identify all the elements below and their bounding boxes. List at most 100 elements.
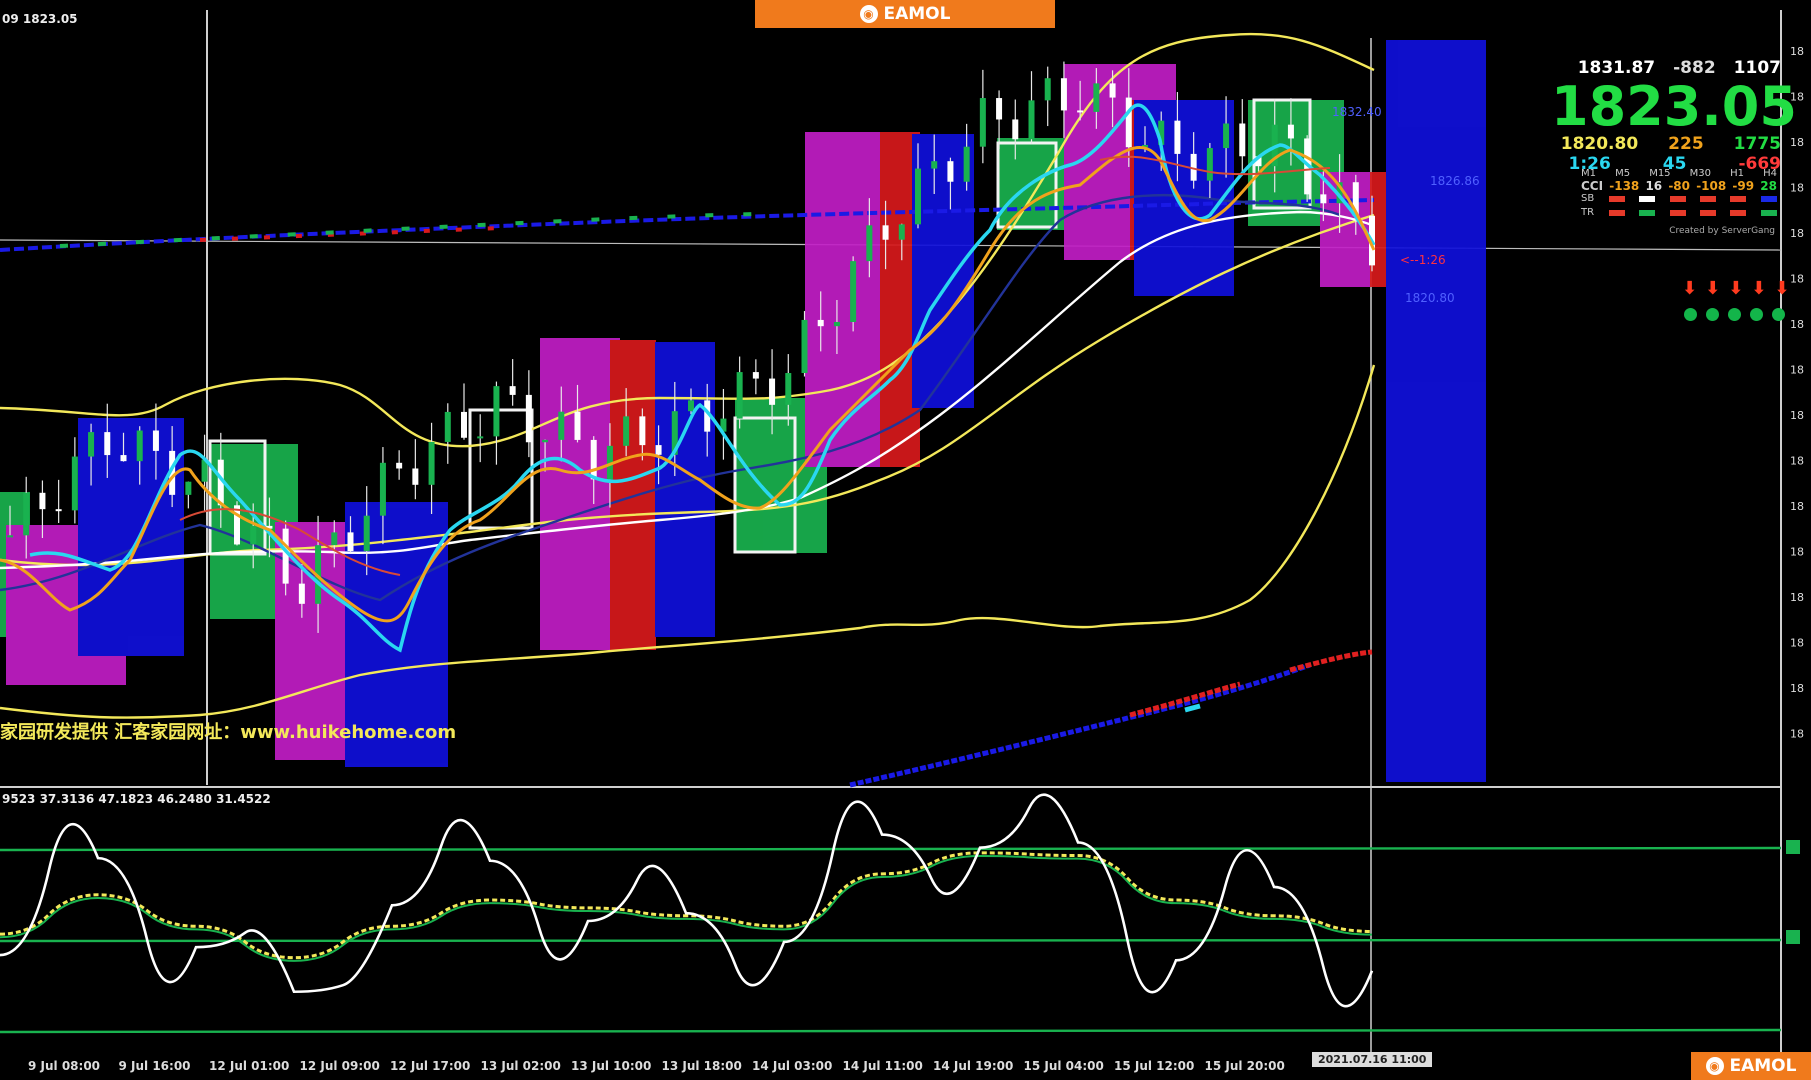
- cci-value: 16: [1645, 179, 1663, 193]
- chart-price-tag: <--1:26: [1400, 253, 1446, 267]
- green-dot-icon: [1684, 308, 1697, 321]
- time-tick-label: 9 Jul 16:00: [118, 1059, 191, 1073]
- candle-body: [347, 532, 354, 552]
- candle-body: [752, 372, 759, 379]
- axis-marker: [1786, 930, 1800, 944]
- candle-body: [152, 430, 159, 451]
- price-tick-label: 18: [1790, 227, 1804, 240]
- cci-value: -80: [1668, 179, 1691, 193]
- tr-label: TR: [1581, 207, 1595, 218]
- down-arrow-icon: ⬇: [1728, 278, 1744, 299]
- candle-body: [1028, 100, 1035, 140]
- candle-body: [688, 400, 694, 412]
- candle-body: [639, 416, 646, 446]
- chart-price-tag: 1832.40: [1332, 105, 1382, 119]
- brand-name: EAMOL: [883, 4, 951, 24]
- candle-body: [1287, 124, 1294, 139]
- candle-body: [23, 492, 30, 536]
- candle-body: [542, 439, 549, 443]
- tf-label: M5: [1615, 168, 1631, 179]
- candle-body: [1012, 119, 1019, 140]
- eamol-logo-icon: ◉: [859, 5, 878, 23]
- price-tick-label: 18: [1790, 455, 1804, 468]
- chart-price-tag: 1826.86: [1430, 174, 1480, 188]
- timeframe-header: M1 M5 M15 M30 H1 H4: [1581, 168, 1777, 179]
- price-panel: 1831.87 -882 1107 1823.05 1820.80 225 17…: [1551, 58, 1797, 174]
- candle-body: [120, 455, 127, 462]
- price-tick-label: 18: [1790, 45, 1804, 58]
- time-tick-label: 14 Jul 11:00: [842, 1059, 923, 1073]
- tf-label: H4: [1763, 168, 1777, 179]
- candle-body: [39, 492, 46, 510]
- daily-range: 1775: [1733, 134, 1781, 154]
- sb-cell: [1669, 195, 1686, 202]
- tf-label: H1: [1730, 168, 1744, 179]
- cci-value: -138: [1609, 179, 1640, 193]
- oscillator-header: 9523 37.3136 47.1823 46.2480 31.4522: [2, 792, 271, 806]
- price-tick-label: 18: [1790, 364, 1804, 377]
- candle-body: [1206, 148, 1213, 181]
- zone-blue-projection: [1386, 40, 1486, 782]
- candle-body: [1109, 83, 1116, 98]
- candle-body: [444, 411, 451, 442]
- down-arrow-icon: ⬇: [1751, 278, 1767, 299]
- time-tick-label: 13 Jul 02:00: [480, 1059, 561, 1073]
- green-dot-icon: [1706, 308, 1719, 321]
- oscillator-background: [0, 790, 1780, 1052]
- green-dot-icon: [1750, 308, 1763, 321]
- tr-cell: [1639, 209, 1656, 216]
- candle-body: [574, 411, 581, 440]
- candle-body: [461, 411, 467, 438]
- candle-body: [1223, 123, 1230, 149]
- candle-body: [817, 319, 824, 327]
- candle-body: [898, 224, 905, 240]
- price-tick-label: 18: [1790, 500, 1804, 513]
- timeframe-grid: M1 M5 M15 M30 H1 H4 CCI -138 16 -80 -108…: [1581, 168, 1777, 218]
- pip-value: 225: [1668, 134, 1704, 154]
- green-dot-icon: [1772, 308, 1785, 321]
- candle-body: [477, 436, 484, 439]
- watermark-text: 家园研发提供 汇客家园网址：www.huikehome.com: [0, 722, 457, 743]
- tf-label: M30: [1689, 168, 1711, 179]
- tr-cell: [1669, 209, 1686, 216]
- axis-marker: [1786, 840, 1800, 854]
- time-tick-label: 9 Jul 08:00: [28, 1059, 101, 1073]
- sb-cell: [1760, 195, 1777, 202]
- candle-body: [428, 441, 435, 485]
- candle-body: [363, 515, 370, 552]
- candle-body: [736, 372, 743, 419]
- time-axis: 9 Jul 08:00 9 Jul 16:00 12 Jul 01:00 12 Jul…: [0, 1054, 1811, 1080]
- sb-row: SB: [1581, 193, 1777, 204]
- time-tick-label: 14 Jul 19:00: [933, 1059, 1014, 1073]
- trading-chart-window: 1832.40 1826.86 <--1:26 1820.80 18 18 18 18…: [0, 0, 1811, 1080]
- time-tick-label: 12 Jul 09:00: [299, 1059, 380, 1073]
- candle-body: [979, 98, 986, 147]
- candle-body: [234, 505, 240, 545]
- tf-label: M15: [1649, 168, 1671, 179]
- down-arrow-icon: ⬇: [1705, 278, 1721, 299]
- zone-red: [610, 340, 656, 650]
- candle-body: [931, 161, 938, 169]
- time-tick-label: 15 Jul 12:00: [1114, 1059, 1195, 1073]
- candle-body: [104, 432, 111, 456]
- current-date-label: 2021.07.16 11:00: [1312, 1052, 1433, 1067]
- candle-body: [882, 225, 889, 240]
- time-tick-label: 15 Jul 20:00: [1204, 1059, 1285, 1073]
- cci-value: 28: [1760, 179, 1777, 193]
- candle-body: [282, 528, 289, 584]
- price-chart[interactable]: 1832.40 1826.86 <--1:26 1820.80 18181818…: [0, 0, 1811, 1080]
- sb-label: SB: [1581, 193, 1595, 204]
- candle-body: [412, 468, 419, 485]
- price-tick-label: 18: [1790, 728, 1804, 741]
- sb-cell: [1639, 195, 1656, 202]
- price-tick-label: 18: [1790, 591, 1804, 604]
- price-tick-label: 18: [1790, 273, 1804, 286]
- candle-body: [379, 462, 386, 516]
- time-tick-label: 15 Jul 04:00: [1023, 1059, 1104, 1073]
- time-tick-label: 13 Jul 10:00: [571, 1059, 652, 1073]
- candle-body: [1239, 123, 1246, 157]
- candle-body: [963, 146, 970, 182]
- down-arrow-icon: ⬇: [1682, 278, 1698, 299]
- signal-arrows: ⬇ ⬇ ⬇ ⬇ ⬇: [1682, 278, 1789, 299]
- candle-body: [331, 532, 338, 546]
